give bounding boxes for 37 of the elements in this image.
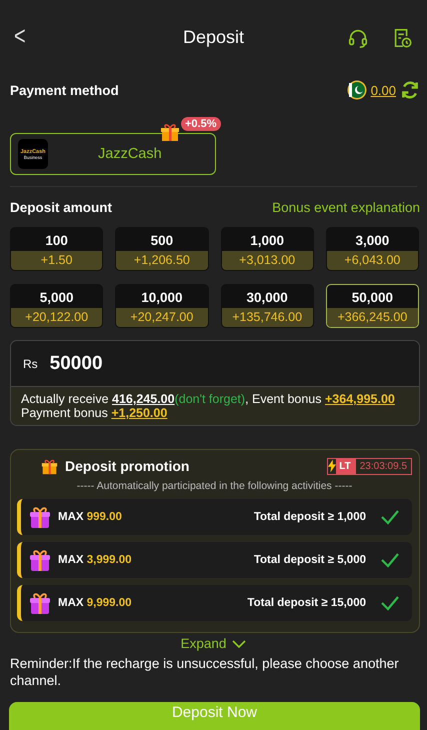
flag-icon xyxy=(346,80,367,100)
section-title: Payment method xyxy=(10,82,119,98)
max-bonus: MAX 999.00 xyxy=(58,511,122,523)
gift-icon xyxy=(160,122,180,142)
bonus-explanation-link[interactable]: Bonus event explanation xyxy=(272,200,420,214)
limited-time-tag: LT xyxy=(336,458,356,474)
deposit-condition: Total deposit ≥ 1,000 xyxy=(254,511,366,523)
balance-amount: 0.00 xyxy=(370,82,396,98)
amount-option[interactable]: 10,000 +20,247.00 xyxy=(115,284,208,328)
back-button[interactable]: < xyxy=(10,22,30,52)
amount-option[interactable]: 100 +1.50 xyxy=(10,227,104,271)
amount-option[interactable]: 500 +1,206.50 xyxy=(115,227,208,271)
gift-icon xyxy=(28,548,52,572)
promotion-subtitle: ----- Automatically participated in the following activities ----- xyxy=(76,479,354,494)
gift-icon xyxy=(28,591,52,615)
page-title: Deposit xyxy=(182,27,244,48)
reminder-text: Reminder:If the recharge is unsuccessful, please choose another channel. xyxy=(10,655,400,689)
deposit-condition: Total deposit ≥ 15,000 xyxy=(247,597,366,609)
refresh-icon[interactable] xyxy=(400,80,420,100)
max-bonus: MAX 9,999.00 xyxy=(58,597,132,609)
amount-field[interactable]: Rs 50000 xyxy=(11,341,419,387)
gift-icon xyxy=(28,505,52,529)
expand-button[interactable]: Expand xyxy=(168,636,258,651)
deposit-condition: Total deposit ≥ 5,000 xyxy=(254,554,366,566)
countdown-timer: 23:03:09.5 xyxy=(358,460,408,472)
section-title: Deposit amount xyxy=(10,200,112,214)
promotion-title: Deposit promotion xyxy=(65,458,190,474)
amount-option[interactable]: 50,000 +366,245.00 xyxy=(326,284,419,328)
amount-option[interactable]: 30,000 +135,746.00 xyxy=(220,284,314,328)
receive-summary: Actually receive 416,245.00(don't forget), Event bonus +364,995.00 Payment bonus +1,250.00 xyxy=(11,387,419,425)
bonus-badge: +0.5% xyxy=(181,117,220,131)
chevron-down-icon xyxy=(232,638,246,648)
max-bonus: MAX 3,999.00 xyxy=(58,554,132,566)
amount-option[interactable]: 3,000 +6,043.00 xyxy=(326,227,419,271)
amount-option[interactable]: 5,000 +20,122.00 xyxy=(10,284,104,328)
amount-option[interactable]: 1,000 +3,013.00 xyxy=(220,227,314,271)
gift-icon xyxy=(41,458,58,474)
